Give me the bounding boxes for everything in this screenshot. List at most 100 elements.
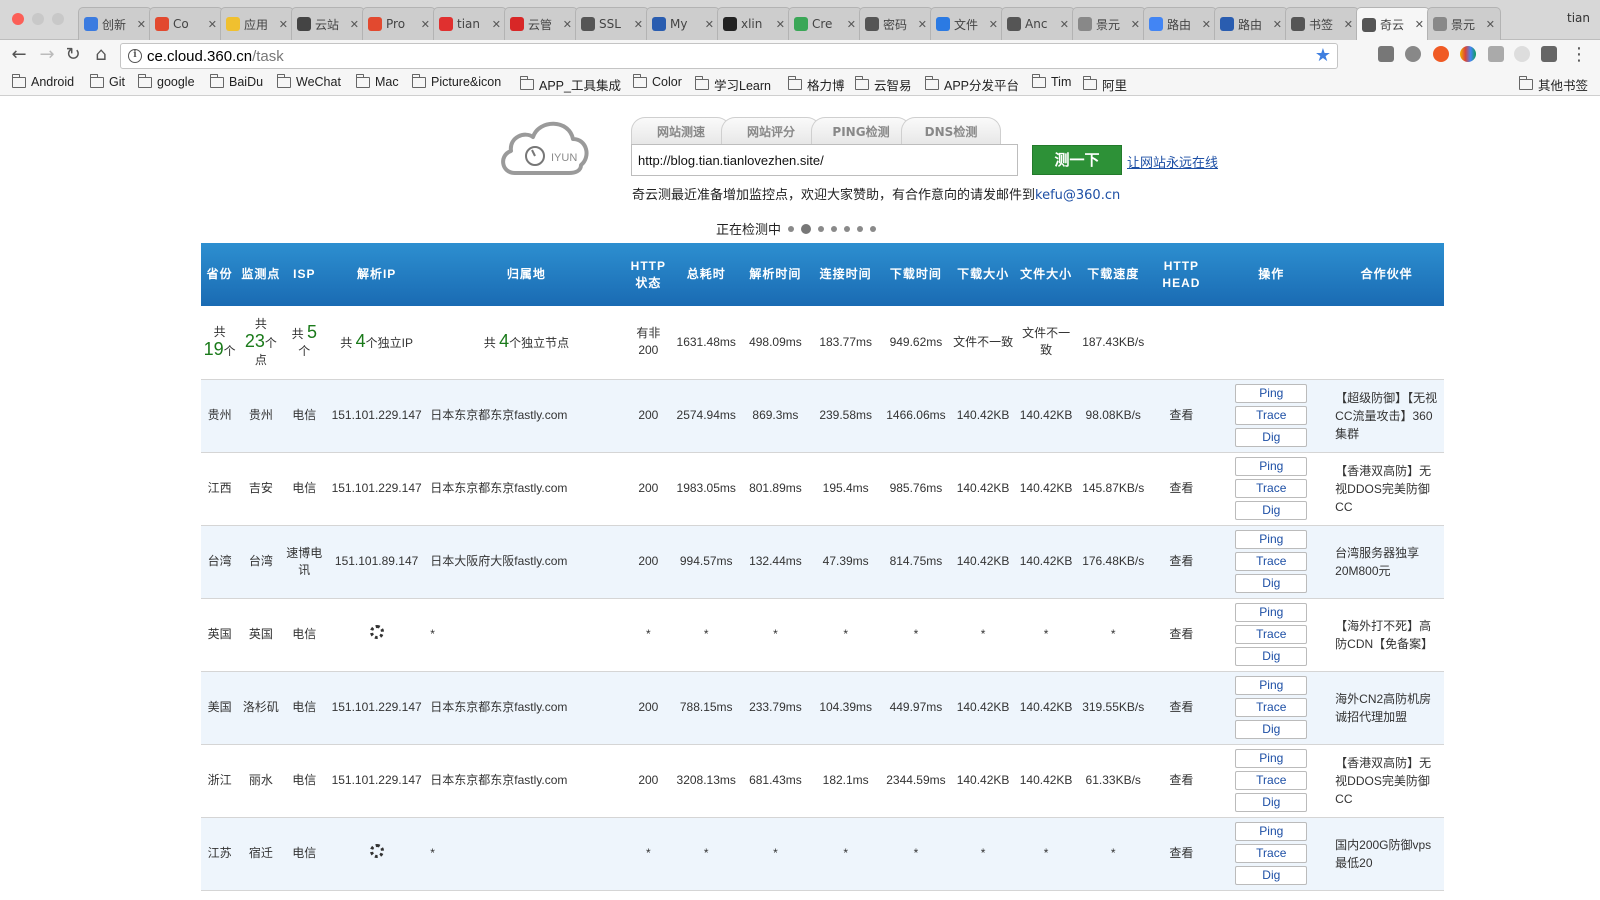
browser-tab[interactable]: Co ✕ [149,7,223,40]
email-link[interactable]: kefu@360.cn [1035,188,1120,203]
dig-button[interactable]: Dig [1235,866,1308,885]
tab-close-icon[interactable]: ✕ [492,18,501,31]
browser-tab[interactable]: 景元 ✕ [1427,7,1501,40]
browser-tab[interactable]: 景元 ✕ [1072,7,1146,40]
bookmark-folder[interactable]: google [138,73,195,89]
bookmark-folder[interactable]: APP_工具集成 [520,75,621,94]
ip-cell[interactable]: 151.101.89.147 [324,525,429,599]
ping-button[interactable]: Ping [1235,822,1308,841]
tab-dns[interactable]: DNS检测 [901,117,1001,146]
ping-button[interactable]: Ping [1235,749,1308,768]
browser-tab[interactable]: My ✕ [646,7,720,40]
trace-button[interactable]: Trace [1235,698,1308,717]
bookmark-folder[interactable]: WeChat [277,73,341,89]
partner-link[interactable]: 台湾服务器独享20M800元 [1329,525,1444,599]
partner-link[interactable]: 【香港双高防】无视DDOS完美防御CC [1329,452,1444,526]
trace-button[interactable]: Trace [1235,479,1308,498]
red-extension-icon[interactable] [1433,46,1449,62]
forward-icon[interactable]: → [36,44,58,66]
partner-link[interactable]: 海外CN2高防机房诚招代理加盟 [1329,671,1444,745]
close-window-button[interactable] [12,13,24,25]
site-logo[interactable]: IYUN [497,113,593,183]
tab-close-icon[interactable]: ✕ [918,18,927,31]
trace-button[interactable]: Trace [1235,406,1308,425]
ping-button[interactable]: Ping [1235,457,1308,476]
dig-button[interactable]: Dig [1235,574,1308,593]
ip-cell[interactable]: 151.101.229.147 [324,671,429,745]
tab-close-icon[interactable]: ✕ [1060,18,1069,31]
browser-tab[interactable]: 路由 ✕ [1214,7,1288,40]
tab-close-icon[interactable]: ✕ [208,18,217,31]
tab-close-icon[interactable]: ✕ [1415,18,1424,31]
tab-close-icon[interactable]: ✕ [847,18,856,31]
browser-tab[interactable]: 应用 ✕ [220,7,294,40]
dig-button[interactable]: Dig [1235,720,1308,739]
browser-tab[interactable]: Cre ✕ [788,7,862,40]
view-head-link[interactable]: 查看 [1149,525,1214,599]
bookmark-folder[interactable]: Android [12,73,74,89]
ping-button[interactable]: Ping [1235,530,1308,549]
tab-ping[interactable]: PING检测 [811,117,911,146]
ping-button[interactable]: Ping [1235,384,1308,403]
ip-cell[interactable]: 151.101.229.147 [324,744,429,818]
tab-close-icon[interactable]: ✕ [1131,18,1140,31]
reload-icon[interactable]: ↻ [62,44,84,66]
bookmark-star-icon[interactable]: ★ [1315,45,1331,66]
browser-tab[interactable]: 文件 ✕ [930,7,1004,40]
tab-close-icon[interactable]: ✕ [705,18,714,31]
view-head-link[interactable]: 查看 [1149,744,1214,818]
gear-extension-icon[interactable] [1405,46,1421,62]
partner-link[interactable]: 国内200G防御vps最低20 [1329,817,1444,891]
trace-button[interactable]: Trace [1235,771,1308,790]
bookmark-folder[interactable]: Tim [1032,73,1071,89]
browser-tab[interactable]: 创新 ✕ [78,7,152,40]
tab-close-icon[interactable]: ✕ [563,18,572,31]
bookmark-folder[interactable]: Color [633,73,682,89]
ping-button[interactable]: Ping [1235,603,1308,622]
tab-close-icon[interactable]: ✕ [989,18,998,31]
tab-close-icon[interactable]: ✕ [634,18,643,31]
back-icon[interactable]: ← [8,44,30,66]
faded-extension-icon[interactable] [1514,46,1530,62]
tab-close-icon[interactable]: ✕ [421,18,430,31]
tab-close-icon[interactable]: ✕ [1202,18,1211,31]
tab-speed-test[interactable]: 网站测速 [631,117,731,146]
url-input[interactable] [631,144,1018,176]
bookmark-folder[interactable]: Git [90,73,125,89]
extension-icon[interactable] [1378,46,1394,62]
tab-close-icon[interactable]: ✕ [776,18,785,31]
minimize-window-button[interactable] [32,13,44,25]
other-bookmarks[interactable]: 其他书签 [1518,75,1588,94]
browser-tab[interactable]: 奇云 ✕ [1356,7,1430,41]
trace-button[interactable]: Trace [1235,844,1308,863]
zoom-window-button[interactable] [52,13,64,25]
view-head-link[interactable]: 查看 [1149,452,1214,526]
browser-tab[interactable]: Pro ✕ [362,7,436,40]
trace-button[interactable]: Trace [1235,552,1308,571]
bookmark-folder[interactable]: 格力博 [788,75,845,94]
site-info-icon[interactable]: i [128,49,142,63]
partner-link[interactable]: 【超级防御】【无视CC流量攻击】360集群 [1329,379,1444,453]
browser-tab[interactable]: tian ✕ [433,7,507,40]
bookmark-folder[interactable]: Mac [356,73,399,89]
bookmark-folder[interactable]: BaiDu [210,73,263,89]
tab-close-icon[interactable]: ✕ [1273,18,1282,31]
home-icon[interactable]: ⌂ [90,44,112,66]
partner-link[interactable]: 【香港双高防】无视DDOS完美防御CC [1329,744,1444,818]
menu-kebab-icon[interactable]: ⋮ [1568,44,1590,66]
browser-tab[interactable]: 密码 ✕ [859,7,933,40]
bookmark-folder[interactable]: 云智易 [855,75,912,94]
ip-cell[interactable]: 151.101.229.147 [324,452,429,526]
test-button[interactable]: 测一下 [1032,145,1122,175]
tab-close-icon[interactable]: ✕ [1486,18,1495,31]
view-head-link[interactable]: 查看 [1149,817,1214,891]
ip-cell[interactable]: 151.101.229.147 [324,379,429,453]
dark-extension-icon[interactable] [1541,46,1557,62]
tab-close-icon[interactable]: ✕ [350,18,359,31]
grey-extension-icon[interactable] [1488,46,1504,62]
browser-tab[interactable]: SSL ✕ [575,7,649,40]
dig-button[interactable]: Dig [1235,647,1308,666]
tab-site-score[interactable]: 网站评分 [721,117,821,146]
browser-tab[interactable]: 云站 ✕ [291,7,365,40]
dig-button[interactable]: Dig [1235,793,1308,812]
